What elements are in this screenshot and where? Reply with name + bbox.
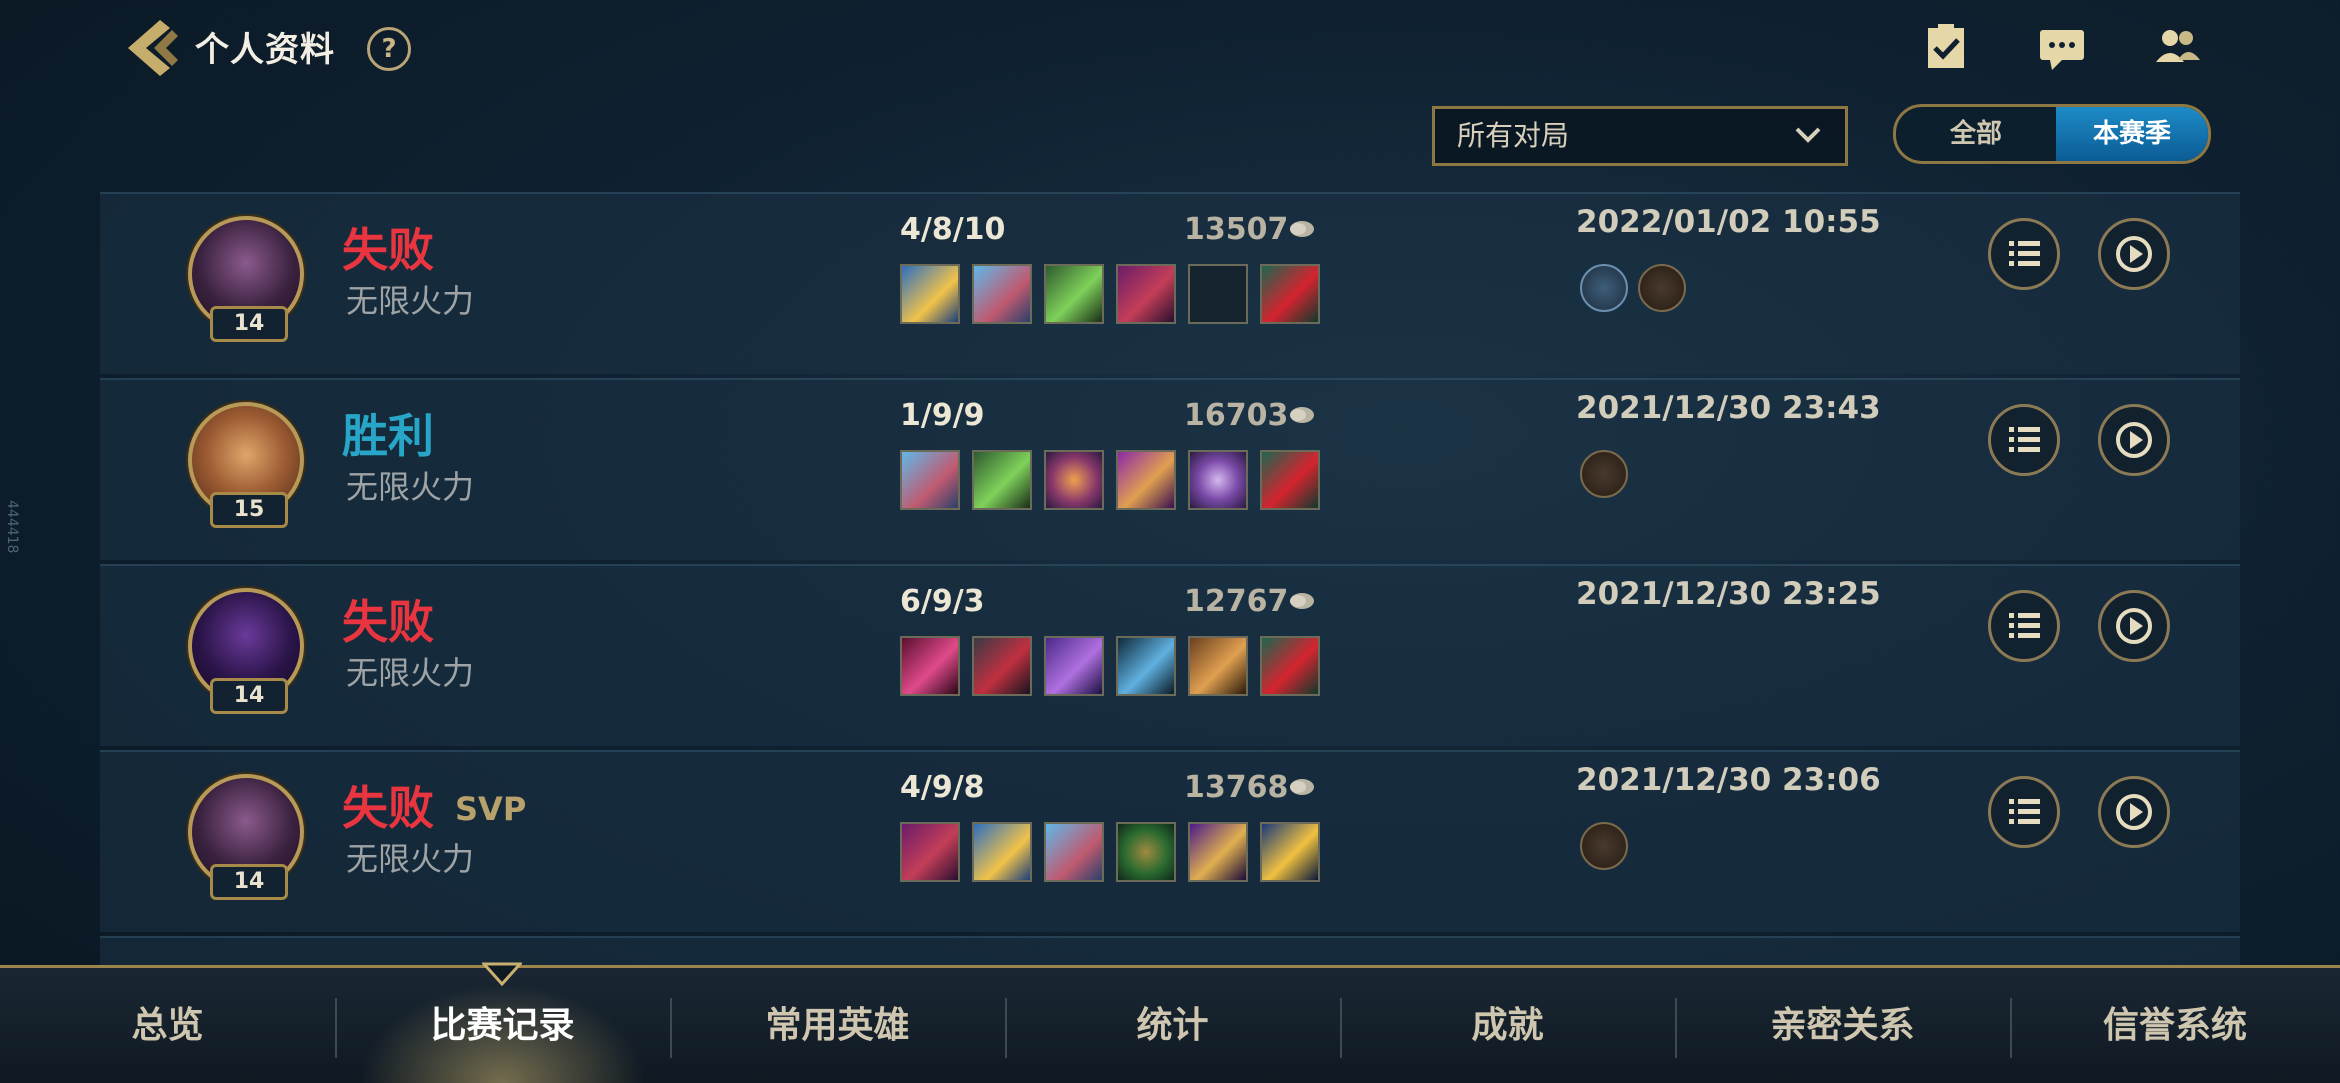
tab-honor-system[interactable]: 信誉系统 <box>2010 968 2340 1083</box>
achievement-badge-icon <box>1580 450 1628 498</box>
bottom-tab-bar: 总览 比赛记录 常用英雄 统计 成就 亲密关系 信誉系统 <box>0 965 2340 1083</box>
achievement-badge-icon <box>1638 264 1686 312</box>
champion-level: 14 <box>210 678 288 714</box>
match-details-list-icon[interactable] <box>1988 590 2060 662</box>
chat-bubble-icon[interactable] <box>2036 22 2088 74</box>
item-slot[interactable] <box>900 822 960 882</box>
match-result: 失败 <box>342 595 434 649</box>
tab-overview[interactable]: 总览 <box>0 968 335 1083</box>
item-slot[interactable] <box>900 450 960 510</box>
match-date: 2021/12/30 23:25 <box>1576 576 1881 612</box>
achievement-badge-icon <box>1580 264 1628 312</box>
gold-coin-icon <box>1290 221 1314 237</box>
champion-level: 14 <box>210 306 288 342</box>
item-slot[interactable] <box>972 636 1032 696</box>
help-icon[interactable]: ? <box>367 27 411 71</box>
gold-coin-icon <box>1290 407 1314 423</box>
item-slot[interactable] <box>1044 264 1104 324</box>
replay-play-icon[interactable] <box>2098 590 2170 662</box>
match-result: 胜利 <box>342 409 434 463</box>
kda: 4/9/8 <box>900 770 985 805</box>
chevron-down-icon <box>1795 127 1821 143</box>
gold-amount: 13507 <box>1184 212 1289 247</box>
toggle-this-season[interactable]: 本赛季 <box>2056 107 2208 161</box>
kda: 4/8/10 <box>900 212 1006 247</box>
season-toggle: 全部 本赛季 <box>1893 104 2211 164</box>
item-slot-empty[interactable] <box>1188 264 1248 324</box>
side-label: 444418 <box>4 500 20 554</box>
item-slot[interactable] <box>900 636 960 696</box>
achievement-badge-icon <box>1580 822 1628 870</box>
match-filter-value: 所有对局 <box>1457 119 1570 152</box>
match-row[interactable]: 14 失败 无限火力 6/9/3 12767 2021/12/30 23:25 <box>100 564 2240 746</box>
gold-amount: 12767 <box>1184 584 1289 619</box>
item-slot[interactable] <box>1044 450 1104 510</box>
match-date: 2021/12/30 23:43 <box>1576 390 1881 426</box>
kda: 6/9/3 <box>900 584 985 619</box>
gold-coin-icon <box>1290 593 1314 609</box>
item-slot-boots[interactable] <box>1260 450 1320 510</box>
champion-level: 15 <box>210 492 288 528</box>
item-slot[interactable] <box>972 450 1032 510</box>
item-slot[interactable] <box>972 264 1032 324</box>
champion-level: 14 <box>210 864 288 900</box>
match-details-list-icon[interactable] <box>1988 776 2060 848</box>
match-result: 失败 <box>342 781 434 835</box>
toggle-all[interactable]: 全部 <box>1896 107 2056 161</box>
match-filter-dropdown[interactable]: 所有对局 <box>1432 106 1848 166</box>
tab-relationships[interactable]: 亲密关系 <box>1675 968 2010 1083</box>
item-slot[interactable] <box>1116 636 1176 696</box>
gold-coin-icon <box>1290 779 1314 795</box>
friends-icon[interactable] <box>2152 22 2204 74</box>
item-slot[interactable] <box>972 822 1032 882</box>
svp-badge: SVP <box>455 790 527 828</box>
match-date: 2022/01/02 10:55 <box>1576 204 1881 240</box>
tasks-check-icon[interactable] <box>1920 22 1972 74</box>
page-title: 个人资料 <box>195 30 335 70</box>
tab-achievements[interactable]: 成就 <box>1340 968 1675 1083</box>
item-slot[interactable] <box>1188 636 1248 696</box>
replay-play-icon[interactable] <box>2098 218 2170 290</box>
active-tab-indicator-icon <box>482 962 522 986</box>
item-slot[interactable] <box>1044 636 1104 696</box>
item-slot-boots[interactable] <box>1260 636 1320 696</box>
item-slot[interactable] <box>1116 822 1176 882</box>
replay-play-icon[interactable] <box>2098 776 2170 848</box>
match-row[interactable]: 15 胜利 无限火力 1/9/9 16703 2021/12/30 23:43 <box>100 378 2240 560</box>
item-slot[interactable] <box>1116 450 1176 510</box>
match-date: 2021/12/30 23:06 <box>1576 762 1881 798</box>
item-slot[interactable] <box>1188 450 1248 510</box>
match-row[interactable]: 14 失败 无限火力 4/8/10 13507 2022/01/02 10:55 <box>100 192 2240 374</box>
item-slot-boots[interactable] <box>1260 264 1320 324</box>
item-slot[interactable] <box>1116 264 1176 324</box>
item-slot[interactable] <box>1188 822 1248 882</box>
game-mode: 无限火力 <box>346 468 475 506</box>
gold-amount: 13768 <box>1184 770 1289 805</box>
game-mode: 无限火力 <box>346 654 475 692</box>
back-arrow-icon[interactable] <box>120 16 182 80</box>
match-row-partial <box>100 936 2240 968</box>
match-details-list-icon[interactable] <box>1988 404 2060 476</box>
replay-play-icon[interactable] <box>2098 404 2170 476</box>
top-bar: 个人资料 ? <box>0 0 2340 100</box>
gold-amount: 16703 <box>1184 398 1289 433</box>
match-row[interactable]: 14 失败 SVP 无限火力 4/9/8 13768 2021/12/30 23… <box>100 750 2240 932</box>
game-mode: 无限火力 <box>346 282 475 320</box>
game-mode: 无限火力 <box>346 840 475 878</box>
item-slot-boots[interactable] <box>1260 822 1320 882</box>
match-result: 失败 <box>342 223 434 277</box>
item-slot[interactable] <box>900 264 960 324</box>
tab-statistics[interactable]: 统计 <box>1005 968 1340 1083</box>
tab-common-heroes[interactable]: 常用英雄 <box>670 968 1005 1083</box>
kda: 1/9/9 <box>900 398 985 433</box>
item-slot[interactable] <box>1044 822 1104 882</box>
match-details-list-icon[interactable] <box>1988 218 2060 290</box>
